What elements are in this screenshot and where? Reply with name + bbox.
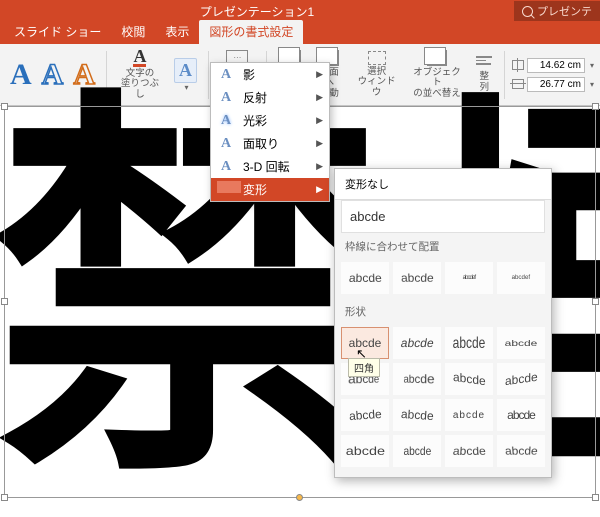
submenu-arrow-icon: ▶ — [316, 115, 323, 126]
height-icon — [512, 60, 524, 70]
transform-option[interactable]: abcde — [393, 363, 441, 395]
transform-option[interactable]: ᵃᵇᶜᵈᵉᶠ — [497, 262, 545, 294]
align-icon — [476, 56, 492, 70]
text-fill-icon: A — [133, 49, 146, 67]
arrange-icon — [427, 50, 447, 66]
menu-label: 反射 — [243, 89, 267, 106]
submenu-arrow-icon: ▶ — [316, 69, 323, 80]
menu-reflection[interactable]: A 反射 ▶ — [211, 86, 329, 109]
resize-handle[interactable] — [592, 298, 599, 305]
tooltip: 四角 — [348, 358, 380, 377]
ribbon-tabs: スライド ショー 校閲 表示 図形の書式設定 — [0, 22, 600, 44]
rotation-icon: A — [217, 159, 235, 175]
transform-option-square[interactable]: abcde ↖ 四角 — [341, 327, 389, 359]
menu-bevel[interactable]: A 面取り ▶ — [211, 132, 329, 155]
bevel-icon: A — [217, 136, 235, 152]
search-icon — [522, 6, 533, 17]
resize-handle[interactable] — [1, 103, 8, 110]
transform-option[interactable]: abcde — [497, 327, 545, 359]
section-follow-path: 枠線に合わせて配置 — [335, 233, 551, 258]
transform-preview[interactable]: abcde — [341, 200, 545, 233]
transform-option[interactable]: abcde — [445, 435, 493, 467]
transform-option[interactable]: abcde — [445, 327, 493, 359]
menu-transform[interactable]: 変形 ▶ — [211, 178, 329, 201]
follow-path-grid: abcde abcde ᵃᵇᶜᵈᵉᶠ ᵃᵇᶜᵈᵉᶠ — [335, 258, 551, 298]
transform-option[interactable]: abcde — [497, 399, 545, 431]
reflection-icon: A — [217, 90, 235, 106]
submenu-arrow-icon: ▶ — [316, 184, 323, 195]
transform-flyout: 変形なし abcde 枠線に合わせて配置 abcde abcde ᵃᵇᶜᵈᵉᶠ … — [334, 168, 552, 478]
transform-option[interactable]: abcde — [445, 363, 493, 395]
transform-option[interactable]: abcde — [341, 399, 389, 431]
shadow-icon: A — [217, 67, 235, 83]
tab-review[interactable]: 校閲 — [111, 20, 155, 44]
transform-option[interactable]: abcde — [445, 399, 493, 431]
transform-icon — [217, 181, 235, 198]
transform-option[interactable]: abcde — [497, 435, 545, 467]
transform-option[interactable]: ᵃᵇᶜᵈᵉᶠ — [445, 262, 493, 294]
menu-label: 変形 — [243, 181, 267, 198]
menu-3d-rotation[interactable]: A 3-D 回転 ▶ — [211, 155, 329, 178]
transform-option[interactable]: abcde — [341, 262, 389, 294]
shape-grid: abcde ↖ 四角 abcde abcde abcde abcde abcde… — [335, 323, 551, 471]
menu-glow[interactable]: A 光彩 ▶ — [211, 109, 329, 132]
transform-none[interactable]: 変形なし — [335, 169, 551, 200]
menu-label: 光彩 — [243, 112, 267, 129]
height-input[interactable] — [527, 58, 585, 73]
glow-icon: A — [217, 113, 235, 129]
height-field[interactable]: ▾ — [512, 58, 594, 73]
transform-option[interactable]: abcde — [393, 435, 441, 467]
menu-label: 面取り — [243, 135, 279, 152]
resize-handle[interactable] — [1, 298, 8, 305]
section-shape: 形状 — [335, 298, 551, 323]
transform-option[interactable]: abcde — [393, 262, 441, 294]
transform-option[interactable]: abcde — [497, 363, 545, 395]
selection-pane-icon — [368, 51, 386, 65]
search-placeholder: プレゼンテ — [537, 3, 592, 19]
submenu-arrow-icon: ▶ — [316, 92, 323, 103]
text-effects-menu: A影▶ A反射▶ A光彩▶ A面取り▶ A3-D 回転▶ 変形▶ — [210, 62, 330, 202]
search-box[interactable]: プレゼンテ — [514, 1, 600, 21]
tab-slideshow[interactable]: スライド ショー — [4, 20, 111, 44]
resize-handle[interactable] — [592, 103, 599, 110]
menu-label: 影 — [243, 66, 255, 83]
tab-shape-format[interactable]: 図形の書式設定 — [199, 20, 303, 44]
transform-option[interactable]: abcde — [393, 327, 441, 359]
transform-option[interactable]: abcde — [341, 435, 389, 467]
tab-view[interactable]: 表示 — [155, 20, 199, 44]
menu-shadow[interactable]: A影 ▶ — [211, 63, 329, 86]
title-bar: プレゼンテーション1 プレゼンテ — [0, 0, 600, 22]
stepper-icon[interactable]: ▾ — [590, 61, 594, 70]
document-title: プレゼンテーション1 — [0, 3, 514, 20]
submenu-arrow-icon: ▶ — [316, 138, 323, 149]
menu-label: 3-D 回転 — [243, 158, 290, 175]
submenu-arrow-icon: ▶ — [316, 161, 323, 172]
transform-option[interactable]: abcde — [393, 399, 441, 431]
